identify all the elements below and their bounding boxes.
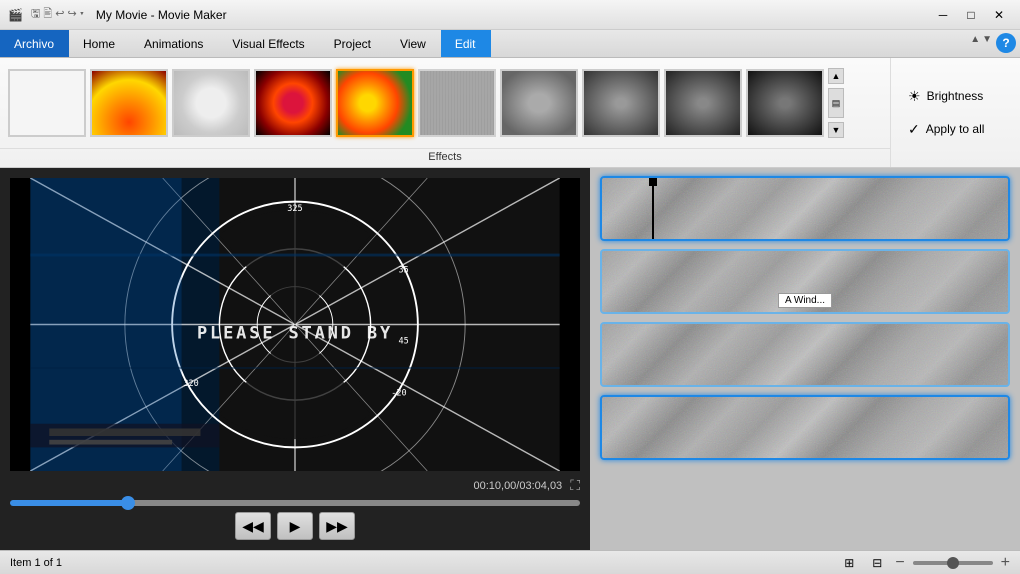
video-display: PLEASE STAND BY 325 35 45 -20 320 [10,178,580,471]
tab-view[interactable]: View [386,30,441,57]
playback-controls: ◀◀ ▶ ▶▶ [10,512,580,540]
forward-button[interactable]: ▶▶ [319,512,355,540]
status-item-label: Item 1 of 1 [10,557,62,569]
effect-thumb-gray2[interactable] [500,69,578,137]
timeline-clip-1[interactable] [600,176,1010,241]
thumb-scroll-arrows: ▲ ▤ ▼ [828,68,844,138]
app-icon: 🎬 [8,8,23,22]
main-content: PLEASE STAND BY 325 35 45 -20 320 [0,168,1020,550]
tab-edit[interactable]: Edit [441,30,491,57]
playhead [652,178,654,241]
thumb-scroll-down[interactable]: ▼ [828,122,844,138]
tab-animations[interactable]: Animations [130,30,218,57]
fullscreen-icon[interactable]: ⛶ [570,477,580,494]
brightness-icon: ☀ [908,88,921,105]
thumb-scroll-mid[interactable]: ▤ [828,88,844,118]
timecode-row: 00:10,00/03:04,03 ⛶ [10,477,580,494]
effects-label: Effects [0,148,890,167]
clip-noise-1 [602,178,1008,239]
clip-noise-4 [602,397,1008,458]
svg-text:325: 325 [287,204,302,214]
effect-thumb-flower-red[interactable] [254,69,332,137]
window-controls: Video Tools ─ □ ✕ [824,5,1012,25]
effect-thumb-flower-yellow[interactable] [336,69,414,137]
clip-noise-3 [602,324,1008,385]
tab-archivo[interactable]: Archivo [0,30,69,57]
help-button[interactable]: ? [996,33,1016,53]
effect-thumb-white[interactable] [172,69,250,137]
effect-thumb-none[interactable] [8,69,86,137]
nav-down-arrow[interactable]: ▼ [982,34,992,45]
window-title: My Movie - Movie Maker [96,8,227,22]
ribbon-right-panel: ☀ Brightness ✓ Apply to all [890,58,1020,167]
status-bar-right: ⊞ ⊟ − + [839,554,1010,572]
close-button[interactable]: ✕ [986,5,1012,25]
ribbon: ▲ ▤ ▼ Effects ☀ Brightness ✓ Apply to al… [0,58,1020,168]
effect-thumb-dark[interactable] [746,69,824,137]
zoom-minus-label: − [895,554,904,572]
maximize-button[interactable]: □ [958,5,984,25]
tab-home[interactable]: Home [69,30,130,57]
effect-thumb-gray1[interactable] [418,69,496,137]
storyboard-icon[interactable]: ⊞ [839,554,859,572]
apply-to-all-button[interactable]: ✓ Apply to all [901,117,1010,142]
menu-bar: Archivo Home Animations Visual Effects P… [0,30,1020,58]
status-bar: Item 1 of 1 ⊞ ⊟ − + [0,550,1020,574]
svg-text:-20: -20 [391,388,406,398]
effect-thumb-gray4[interactable] [664,69,742,137]
timeline-view-icon[interactable]: ⊟ [867,554,887,572]
nav-up-arrow[interactable]: ▲ [970,34,980,45]
title-bar: 🎬 🖫 🖹 ↩ ↪ ▾ My Movie - Movie Maker Video… [0,0,1020,30]
apply-icon: ✓ [908,121,920,138]
test-pattern: PLEASE STAND BY 325 35 45 -20 320 [10,178,580,471]
minimize-button[interactable]: ─ [930,5,956,25]
playhead-top [649,178,657,186]
zoom-slider[interactable] [913,561,993,565]
brightness-button[interactable]: ☀ Brightness [901,84,1010,109]
timeline-panel: A Wind... [590,168,1020,550]
timeline-clip-2[interactable]: A Wind... [600,249,1010,314]
svg-text:320: 320 [183,379,198,389]
effects-area: ▲ ▤ ▼ Effects [0,58,890,167]
thumbnails-row: ▲ ▤ ▼ [0,58,890,148]
timeline-clip-3[interactable] [600,322,1010,387]
timeline-clip-4[interactable] [600,395,1010,460]
tab-project[interactable]: Project [320,30,386,57]
rewind-button[interactable]: ◀◀ [235,512,271,540]
ribbon-nav-arrows: ▲ ▼ [970,34,992,45]
title-left: 🎬 🖫 🖹 ↩ ↪ ▾ My Movie - Movie Maker [8,5,227,24]
tab-visual-effects[interactable]: Visual Effects [218,30,319,57]
thumb-scroll-up[interactable]: ▲ [828,68,844,84]
timecode-display: 00:10,00/03:04,03 [473,480,562,492]
preview-panel: PLEASE STAND BY 325 35 45 -20 320 [0,168,590,550]
test-pattern-svg: PLEASE STAND BY 325 35 45 -20 320 [10,178,580,471]
effect-thumb-gray3[interactable] [582,69,660,137]
svg-text:35: 35 [399,266,409,276]
svg-text:45: 45 [399,336,409,346]
clip-label-2: A Wind... [778,293,832,308]
effect-thumb-fire[interactable] [90,69,168,137]
seek-bar-row [10,500,580,506]
svg-text:PLEASE STAND BY: PLEASE STAND BY [197,324,393,344]
play-button[interactable]: ▶ [277,512,313,540]
seek-bar[interactable] [10,500,580,506]
zoom-plus-label: + [1001,554,1010,572]
